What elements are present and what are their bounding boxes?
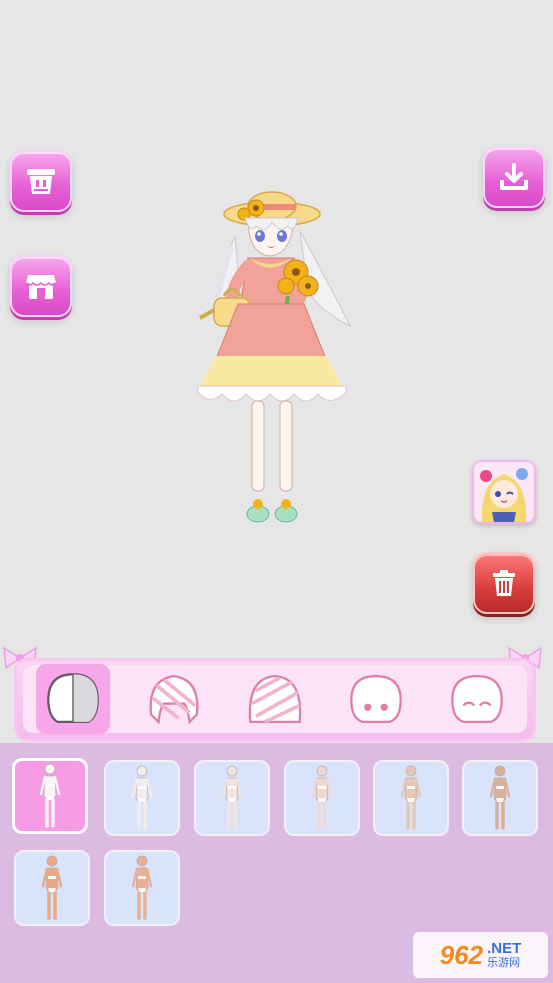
expression-category-icon: [450, 674, 503, 723]
tab-expression[interactable]: [440, 664, 514, 734]
download-icon: [500, 163, 528, 190]
body-tile[interactable]: [104, 850, 180, 926]
character-avatar: [474, 462, 534, 522]
back-hair-icon: [149, 674, 199, 725]
body-tile[interactable]: [12, 758, 88, 834]
front-hair-icon: [248, 674, 302, 724]
delete-button[interactable]: [473, 552, 535, 614]
body-figure-icon: [131, 765, 153, 830]
body-tile[interactable]: [194, 760, 270, 836]
body-category-icon: [47, 673, 100, 723]
tab-hair-front[interactable]: [238, 664, 312, 734]
watermark-number: 962: [439, 939, 484, 970]
watermark-site-name: 乐游网: [487, 956, 521, 969]
wardrobe-button[interactable]: [10, 150, 72, 212]
wardrobe-icon: [27, 169, 55, 194]
face-category-icon: [349, 674, 402, 723]
body-tile[interactable]: [284, 760, 360, 836]
body-tile[interactable]: [373, 760, 449, 836]
dressed-character: [197, 191, 352, 523]
character-select-button[interactable]: [472, 460, 536, 524]
tab-face[interactable]: [339, 664, 413, 734]
body-tile[interactable]: [462, 760, 538, 836]
shop-button[interactable]: [10, 255, 72, 317]
shop-icon: [25, 275, 57, 299]
trash-icon: [493, 570, 515, 596]
body-tile[interactable]: [104, 760, 180, 836]
body-figure-icon: [311, 765, 333, 830]
tab-hair-back[interactable]: [137, 664, 211, 734]
body-figure-icon: [400, 765, 422, 830]
tab-body[interactable]: [36, 664, 111, 734]
watermark-logo: 962 .NET 乐游网: [413, 932, 548, 978]
body-figure-icon: [41, 855, 63, 920]
category-bar: [14, 658, 536, 742]
download-button[interactable]: [483, 146, 545, 208]
body-figure-icon: [221, 765, 243, 830]
body-figure-icon: [131, 855, 153, 920]
body-figure-icon: [489, 765, 511, 830]
watermark-net: .NET: [487, 940, 522, 957]
body-figure-icon: [39, 763, 61, 828]
body-tile[interactable]: [14, 850, 90, 926]
